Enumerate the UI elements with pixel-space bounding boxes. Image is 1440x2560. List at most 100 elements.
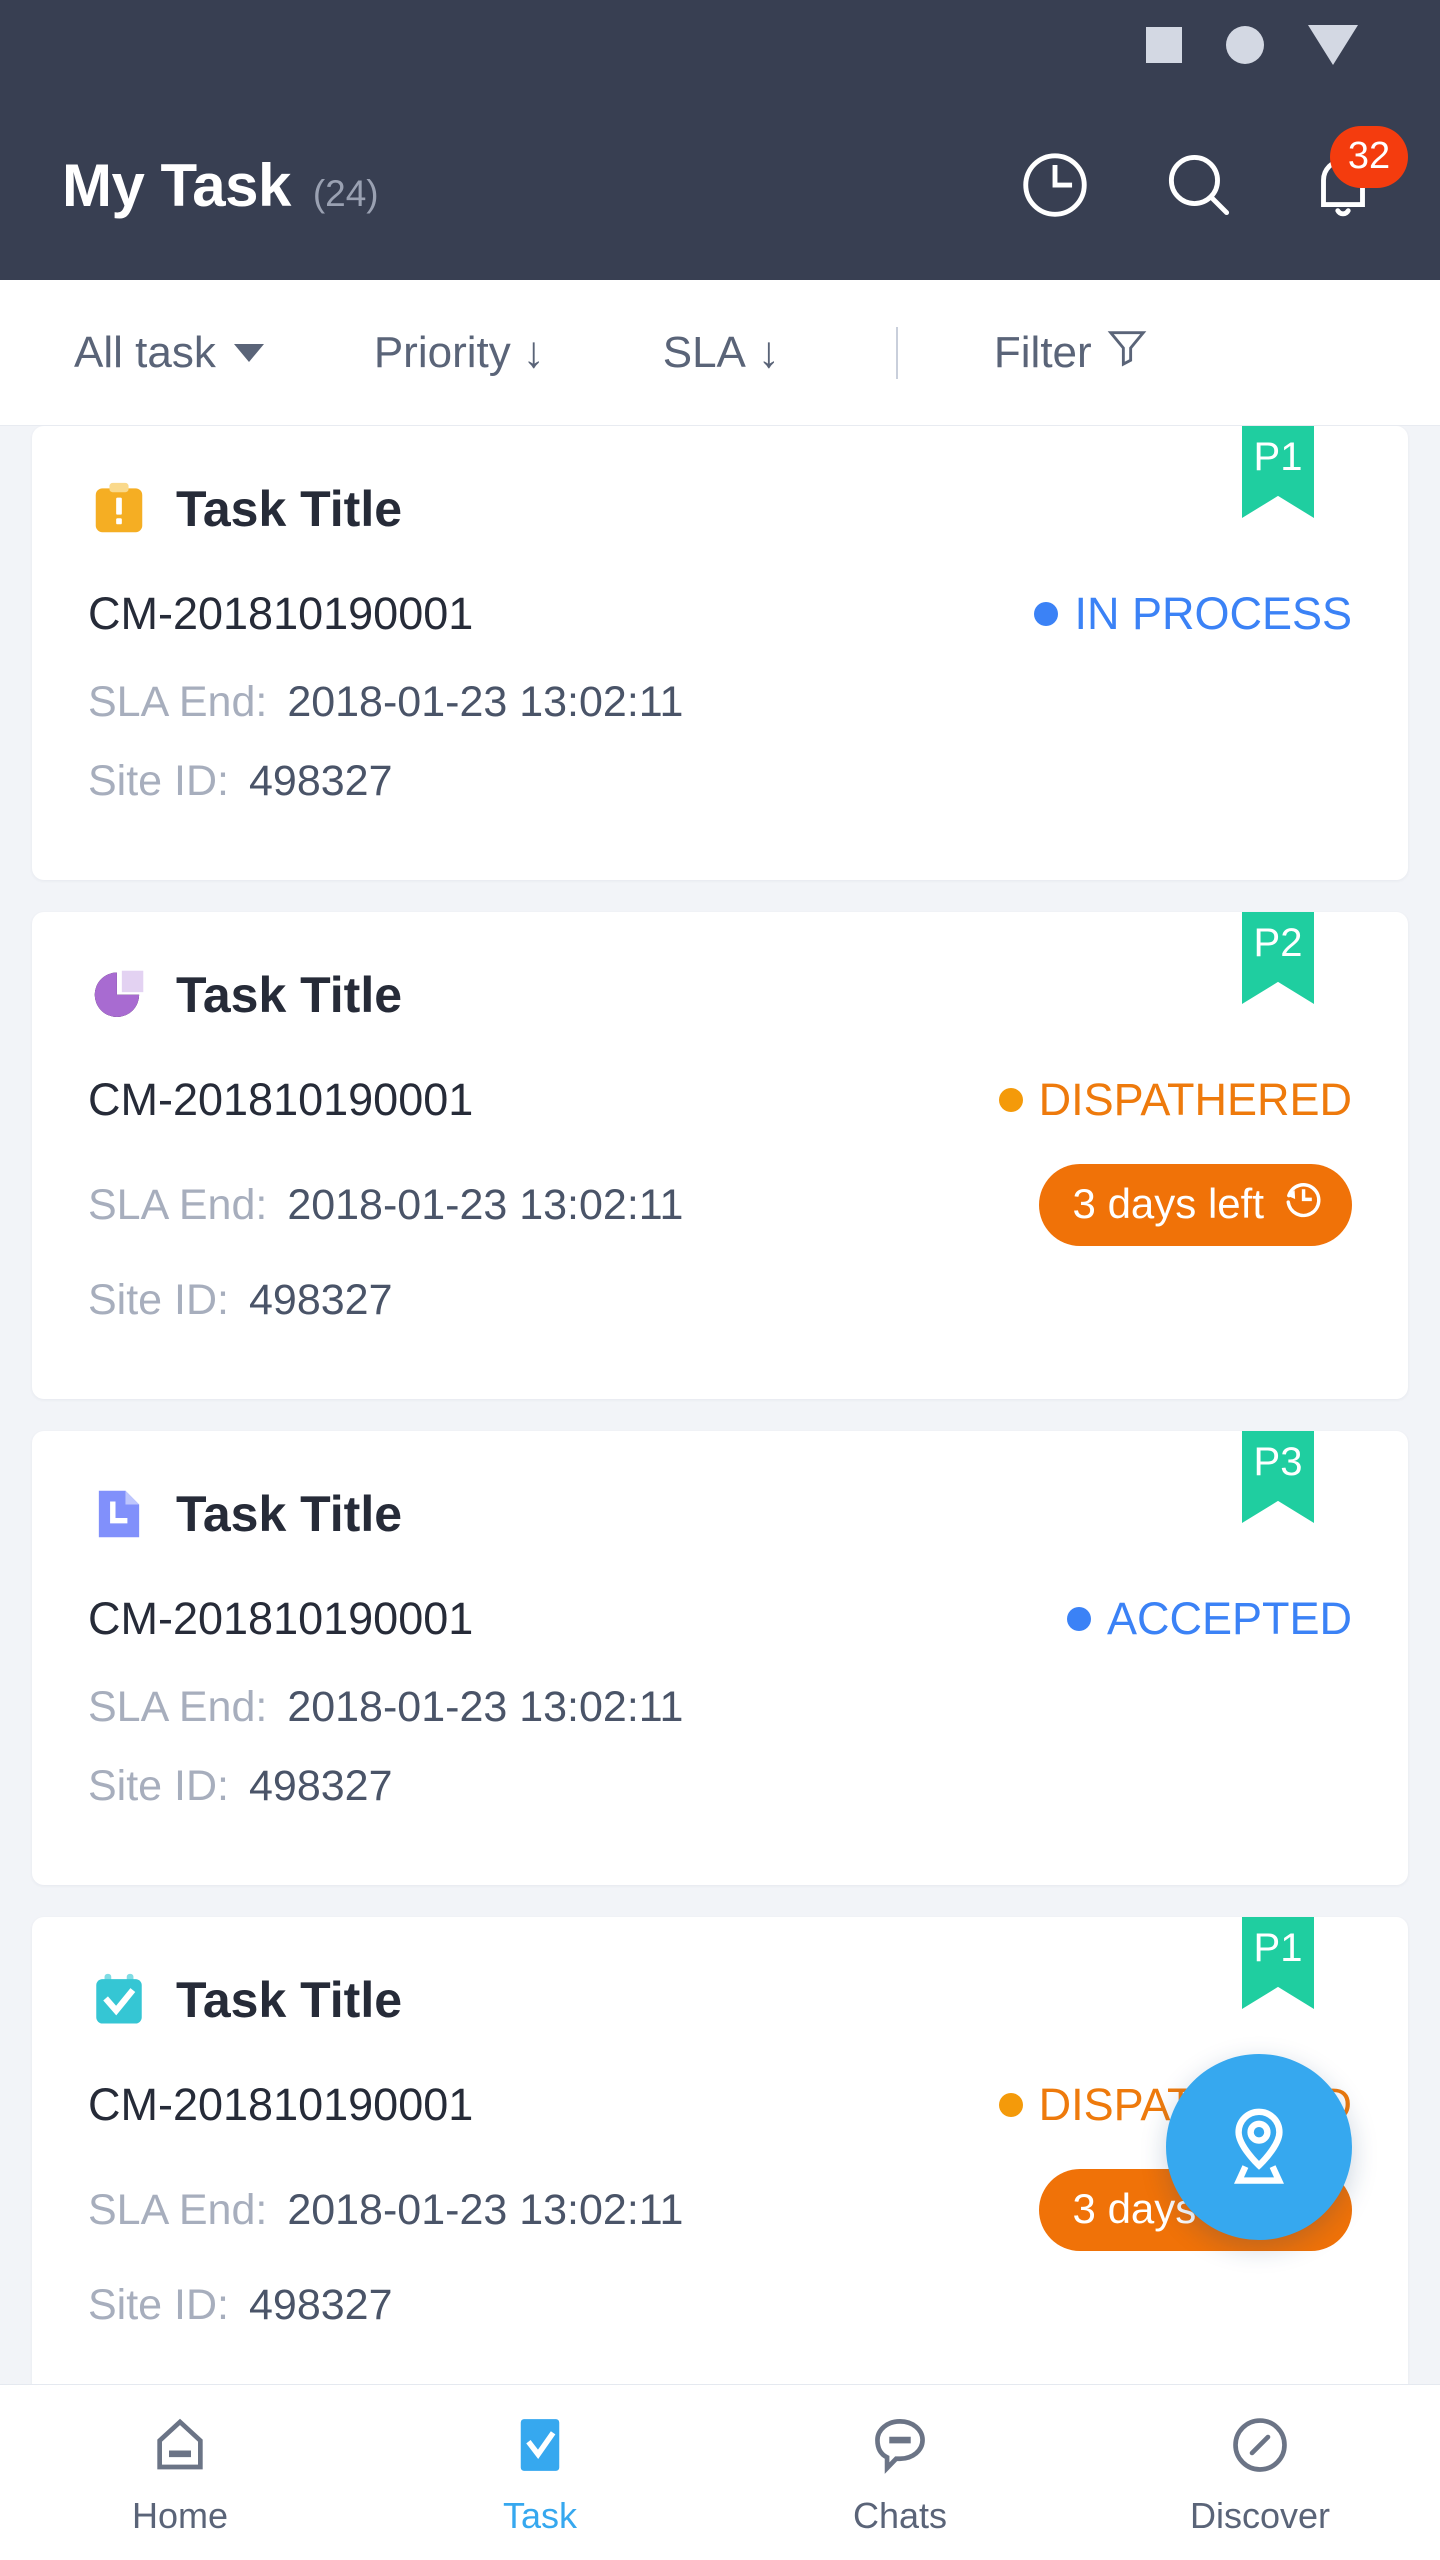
sla-end: SLA End: 2018-01-23 13:02:11 — [88, 1683, 683, 1732]
status-bar — [0, 0, 1440, 90]
sla-end-value: 2018-01-23 13:02:11 — [287, 678, 684, 726]
sla-end: SLA End: 2018-01-23 13:02:11 — [88, 2186, 683, 2235]
task-card[interactable]: P2 Task Title CM-201810190001 DISPATHERED SL… — [32, 912, 1408, 1399]
nav-item-discover-label: Discover — [1189, 2494, 1331, 2536]
divider — [895, 326, 898, 379]
sla-row: SLA End: 2018-01-23 13:02:11 — [88, 1683, 1352, 1732]
task-card-header: Task Title — [88, 478, 1352, 540]
task-title: Task Title — [176, 1486, 403, 1542]
task-id-row: CM-201810190001 IN PROCESS — [88, 588, 1352, 640]
notification-badge: 32 — [1330, 126, 1408, 188]
sla-end-label: SLA End: — [88, 2185, 268, 2234]
nav-item-discover[interactable]: Discover — [1080, 2409, 1440, 2537]
task-card[interactable]: P1 Task Title CM-201810190001 IN PROCESS SLA… — [32, 426, 1408, 880]
filter-button-label: Filter — [993, 327, 1092, 377]
filter-all-task-label: All task — [74, 327, 216, 377]
status-label: ACCEPTED — [1106, 1593, 1352, 1644]
sla-row: SLA End: 2018-01-23 13:02:11 3 days left — [88, 1164, 1352, 1246]
nav-item-task-label: Task — [502, 2494, 578, 2536]
sort-sla[interactable]: SLA ↓ — [663, 328, 780, 378]
site-id: Site ID: 498327 — [88, 1276, 1352, 1325]
clipboard-alert-icon — [88, 478, 150, 540]
countdown-label: 3 days left — [1072, 1180, 1264, 1227]
status-dot-icon — [998, 2093, 1023, 2117]
site-id-label: Site ID: — [88, 2281, 229, 2329]
document-icon — [88, 1483, 150, 1545]
status-badge: ACCEPTED — [1066, 1593, 1352, 1645]
circle-icon — [1226, 26, 1264, 64]
task-title: Task Title — [176, 481, 403, 537]
page-title: My Task (24) — [62, 151, 1016, 220]
search-icon[interactable] — [1160, 146, 1238, 224]
sla-end-label: SLA End: — [88, 678, 268, 726]
sla-end: SLA End: 2018-01-23 13:02:11 — [88, 1181, 683, 1230]
status-label: DISPATHERED — [1038, 1074, 1352, 1125]
filter-all-task[interactable]: All task — [74, 328, 264, 378]
countdown-badge: 3 days left — [1038, 1164, 1352, 1246]
site-id-value: 498327 — [249, 757, 393, 805]
notification-bell-icon[interactable]: 32 — [1304, 126, 1408, 224]
arrow-down-icon: ↓ — [522, 327, 545, 377]
square-icon — [1146, 27, 1182, 63]
chat-bubble-icon — [864, 2409, 936, 2481]
task-id: CM-201810190001 — [88, 2079, 474, 2130]
task-card-header: Task Title — [88, 964, 1352, 1026]
task-id: CM-201810190001 — [88, 1074, 474, 1125]
history-clock-icon — [1280, 1176, 1326, 1232]
page-title-text: My Task — [62, 151, 291, 219]
task-card[interactable]: P3 Task Title CM-201810190001 ACCEPTED SLA E… — [32, 1431, 1408, 1885]
filter-bar: All task Priority ↓ SLA ↓ Filter — [0, 280, 1440, 426]
task-id: CM-201810190001 — [88, 1593, 474, 1644]
site-id-value: 498327 — [249, 2281, 393, 2329]
sort-priority-label: Priority — [373, 327, 511, 377]
site-id: Site ID: 498327 — [88, 757, 1352, 806]
status-dot-icon — [1066, 1607, 1091, 1631]
nav-item-home[interactable]: Home — [0, 2409, 360, 2537]
nav-item-task[interactable]: Task — [360, 2409, 720, 2537]
status-badge: DISPATHERED — [998, 1074, 1352, 1126]
calendar-check-icon — [88, 1969, 150, 2031]
app-bar: My Task (24) 32 — [0, 90, 1440, 280]
triangle-down-icon — [1308, 25, 1358, 65]
task-title: Task Title — [176, 1972, 403, 2028]
task-id-row: CM-201810190001DISPATHERED — [88, 2079, 1352, 2131]
site-id-label: Site ID: — [88, 1762, 229, 1810]
sla-row: SLA End: 2018-01-23 13:02:11 — [88, 678, 1352, 727]
bottom-navigation: Home Task Chats Discover — [0, 2384, 1440, 2560]
site-id: Site ID: 498327 — [88, 1762, 1352, 1811]
task-id-row: CM-201810190001 DISPATHERED — [88, 1074, 1352, 1126]
sort-sla-label: SLA — [662, 327, 746, 377]
site-id: Site ID: 498327 — [88, 2281, 1352, 2330]
site-id-label: Site ID: — [88, 1276, 229, 1324]
sort-priority[interactable]: Priority ↓ — [374, 328, 545, 378]
task-card-header: Task Title — [88, 1969, 1352, 2031]
sla-end-label: SLA End: — [88, 1683, 268, 1731]
compass-icon — [1224, 2409, 1296, 2481]
sla-row: SLA End: 2018-01-23 13:02:11 3 days left — [88, 2169, 1352, 2251]
site-id-value: 498327 — [249, 1762, 393, 1810]
nav-item-chats[interactable]: Chats — [720, 2409, 1080, 2537]
arrow-down-icon: ↓ — [757, 327, 780, 377]
app-screen: My Task (24) 32 All task Priority ↓ SLA … — [0, 0, 1440, 2560]
task-card-header: Task Title — [88, 1483, 1352, 1545]
task-count: (24) — [312, 172, 379, 214]
site-id-label: Site ID: — [88, 757, 229, 805]
status-label: IN PROCESS — [1074, 588, 1352, 639]
sla-end: SLA End: 2018-01-23 13:02:11 — [88, 678, 683, 727]
task-check-icon — [504, 2409, 576, 2481]
location-pin-icon[interactable] — [1166, 2054, 1352, 2240]
sla-end-value: 2018-01-23 13:02:11 — [287, 2185, 684, 2234]
history-clock-icon[interactable] — [1016, 146, 1094, 224]
nav-item-home-label: Home — [131, 2494, 229, 2536]
task-title: Task Title — [176, 967, 403, 1023]
sla-end-value: 2018-01-23 13:02:11 — [287, 1180, 684, 1229]
status-dot-icon — [998, 1088, 1023, 1112]
status-badge: IN PROCESS — [1034, 588, 1352, 640]
nav-item-chats-label: Chats — [852, 2494, 948, 2536]
app-bar-actions: 32 — [1016, 126, 1408, 224]
status-dot-icon — [1034, 602, 1059, 626]
site-id-value: 498327 — [249, 1276, 393, 1324]
task-id: CM-201810190001 — [88, 588, 474, 639]
filter-button[interactable]: Filter — [994, 324, 1150, 381]
sla-end-value: 2018-01-23 13:02:11 — [287, 1683, 684, 1731]
